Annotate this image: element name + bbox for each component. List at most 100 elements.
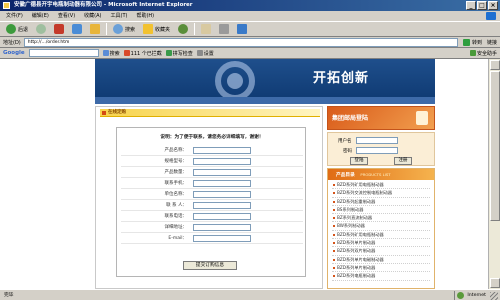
order-section-title: 在线定购	[100, 109, 320, 117]
history-button[interactable]	[176, 23, 190, 36]
field-label: 联 系 人：	[166, 203, 187, 208]
address-bar: 地址(D) http://.../order.htm 转到 链接	[0, 37, 500, 48]
vertical-scrollbar[interactable]	[488, 59, 500, 289]
model-input[interactable]	[193, 157, 251, 165]
zone-label: Internet	[467, 293, 486, 298]
blocked-icon	[123, 50, 130, 56]
menu-tools[interactable]: 工具(T)	[111, 11, 128, 21]
status-text: 完毕	[4, 293, 14, 298]
order-panel: 在线定购 说明：为了便于联系，请您务必详细填写，谢谢！ 产品名称： 规格型号： …	[95, 106, 323, 289]
toolbar-divider	[106, 23, 108, 35]
contact-input[interactable]	[193, 201, 251, 209]
product-link[interactable]: BZD系列矿用电瓶制动器	[332, 181, 430, 190]
links-button[interactable]: 链接	[487, 39, 497, 46]
product-link[interactable]: BZD系列矿用电瓶制动器	[332, 231, 430, 240]
toolbar-divider	[194, 23, 196, 35]
product-link[interactable]: BW系列制动器	[332, 222, 430, 231]
product-link[interactable]: BZD系列双片制动器	[332, 247, 430, 256]
product-name-input[interactable]	[193, 146, 251, 154]
mail-button[interactable]	[199, 23, 213, 36]
field-label: 联系手机：	[164, 181, 188, 186]
product-catalog-title: 产品目录	[336, 173, 355, 178]
mobile-input[interactable]	[193, 179, 251, 187]
product-link[interactable]: BZD系列交流控制电瓶制动器	[332, 189, 430, 198]
email-input[interactable]	[193, 234, 251, 242]
minimize-button[interactable]: _	[466, 1, 476, 10]
google-search-button[interactable]: 搜索	[102, 50, 120, 57]
favorites-button[interactable]: 收藏夹	[141, 23, 172, 36]
password-row: 密码	[338, 147, 398, 154]
google-search-label: 搜索	[109, 50, 120, 57]
menu-edit[interactable]: 编辑(E)	[32, 11, 49, 21]
menu-view[interactable]: 查看(V)	[58, 11, 75, 21]
login-box: 用户名 密码 登陆 注册	[327, 132, 435, 166]
security-assistant-button[interactable]: 安全助手	[469, 50, 497, 57]
menu-file[interactable]: 文件(F)	[6, 11, 23, 21]
product-link[interactable]: BZD系列单片电磁制动器	[332, 256, 430, 264]
product-list: BZD系列矿用电瓶制动器 BZD系列交流控制电瓶制动器 BZD系列起重制动器 B…	[328, 180, 434, 281]
google-search-input[interactable]	[28, 49, 99, 57]
spell-check-button[interactable]: 拼写检查	[165, 50, 193, 57]
print-button[interactable]	[217, 23, 231, 36]
scroll-down-button[interactable]	[490, 278, 500, 288]
username-input[interactable]	[355, 137, 398, 144]
website: 开拓创新 在线定购 说明：为了便于联系，请您务必详细填写，谢谢！ 产品名称： 规…	[95, 59, 435, 289]
form-note: 说明：为了便于联系，请您务必详细填写，谢谢！	[160, 135, 264, 140]
address-input[interactable]: http://.../order.htm	[23, 37, 458, 47]
menu-favorites[interactable]: 收藏(A)	[84, 11, 101, 21]
forward-button[interactable]	[34, 23, 48, 36]
quantity-input[interactable]	[193, 168, 251, 176]
form-row-phone: 联系电话：	[121, 211, 303, 222]
settings-label: 设置	[203, 50, 214, 57]
username-row: 用户名	[338, 137, 398, 144]
search-label: 搜索	[125, 26, 136, 33]
field-label: 单位名称：	[164, 192, 188, 197]
scroll-thumb[interactable]	[490, 71, 500, 221]
history-icon	[178, 24, 189, 34]
product-link[interactable]: BZ系列直流制动器	[332, 214, 430, 223]
product-link[interactable]: BZD系列单片制动器	[332, 264, 430, 273]
back-button[interactable]: 后退	[4, 23, 30, 36]
edit-button[interactable]	[235, 23, 249, 36]
stop-button[interactable]	[52, 23, 66, 36]
go-button[interactable]: 转到	[461, 38, 484, 46]
go-label: 转到	[471, 39, 482, 46]
search-icon	[102, 50, 109, 56]
company-input[interactable]	[193, 190, 251, 198]
password-input[interactable]	[356, 147, 398, 154]
menu-bar: 文件(F) 编辑(E) 查看(V) 收藏(A) 工具(T) 帮助(H)	[0, 11, 500, 21]
forward-arrow-icon	[36, 24, 47, 34]
close-button[interactable]: ×	[488, 1, 498, 10]
popup-blocker[interactable]: 111 个已拦截	[123, 50, 162, 57]
product-link[interactable]: BS系列制动器	[332, 206, 430, 215]
google-logo[interactable]: Google	[3, 50, 25, 56]
menu-help[interactable]: 帮助(H)	[136, 11, 154, 21]
resize-grip[interactable]	[490, 292, 498, 300]
settings-button[interactable]: 设置	[196, 50, 214, 57]
login-button[interactable]: 登陆	[350, 157, 368, 165]
scroll-up-button[interactable]	[490, 60, 500, 70]
stop-icon	[54, 24, 65, 34]
address-label: 地址(D)	[3, 39, 21, 46]
product-link[interactable]: BZD系列电瓶制动器	[332, 272, 430, 281]
register-button[interactable]: 注册	[394, 157, 412, 165]
search-icon	[113, 24, 124, 34]
maximize-button[interactable]: □	[477, 1, 487, 10]
field-label: 产品数量：	[164, 170, 188, 175]
ie-icon	[3, 2, 10, 9]
home-button[interactable]	[88, 23, 102, 36]
mail-login-banner[interactable]: 集团邮局登陆	[327, 106, 435, 130]
password-label: 密码	[343, 148, 352, 154]
username-label: 用户名	[338, 138, 352, 144]
form-row-contact: 联 系 人：	[121, 200, 303, 211]
form-rows: 产品名称： 规格型号： 产品数量： 联系手机： 单位名称： 联 系 人： 联系电…	[121, 145, 303, 244]
field-label: 联系电话：	[164, 214, 188, 219]
address-input-field[interactable]	[193, 223, 251, 231]
product-link[interactable]: BZD系列单片制动器	[332, 239, 430, 248]
search-button[interactable]: 搜索	[111, 23, 137, 36]
phone-input[interactable]	[193, 212, 251, 220]
product-link[interactable]: BZD系列起重制动器	[332, 198, 430, 206]
submit-order-button[interactable]: 提交订购信息	[183, 261, 237, 270]
refresh-button[interactable]	[70, 23, 84, 36]
field-label: 产品名称：	[164, 148, 188, 153]
